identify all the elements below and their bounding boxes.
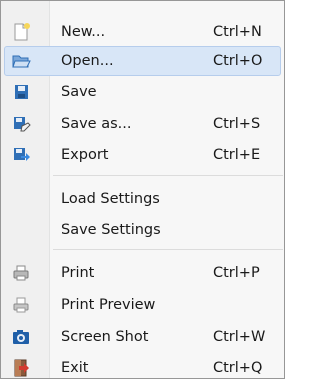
menu-item-export[interactable]: Export Ctrl+E: [4, 140, 281, 170]
menu-item-label: Save as...: [61, 116, 132, 132]
file-menu: New... Ctrl+N Open... Ctrl+O Save Save a…: [0, 0, 285, 379]
menu-item-label: New...: [61, 24, 106, 40]
menu-item-save-settings[interactable]: Save Settings: [4, 215, 281, 245]
shortcut-text: Ctrl+Q: [213, 360, 263, 376]
save-as-icon: [14, 117, 31, 132]
shortcut-text: Ctrl+S: [213, 116, 261, 132]
menu-item-label: Load Settings: [61, 191, 160, 207]
menu-item-label: Print: [61, 265, 95, 281]
shortcut-text: Ctrl+N: [213, 24, 262, 40]
shortcut-text: Ctrl+O: [213, 53, 263, 69]
menu-item-label: Export: [61, 147, 109, 163]
menu-separator: [53, 175, 283, 176]
menu-item-save[interactable]: Save: [4, 77, 281, 107]
shortcut-text: Ctrl+P: [213, 265, 260, 281]
menu-item-new[interactable]: New... Ctrl+N: [4, 17, 281, 47]
open-folder-icon: [12, 55, 31, 68]
menu-item-print-preview[interactable]: Print Preview: [4, 290, 281, 320]
menu-item-save-as[interactable]: Save as... Ctrl+S: [4, 109, 281, 139]
menu-item-print[interactable]: Print Ctrl+P: [4, 258, 281, 288]
menu-item-label: Save: [61, 84, 97, 100]
camera-icon: [13, 330, 29, 344]
save-disk-icon: [15, 85, 28, 99]
menu-item-label: Print Preview: [61, 297, 156, 313]
menu-item-label: Screen Shot: [61, 329, 149, 345]
print-preview-icon: [13, 297, 29, 313]
exit-door-icon: [14, 359, 29, 377]
export-icon: [14, 148, 30, 161]
menu-item-label: Save Settings: [61, 222, 161, 238]
shortcut-text: Ctrl+E: [213, 147, 261, 163]
menu-item-screen-shot[interactable]: Screen Shot Ctrl+W: [4, 322, 281, 352]
new-file-icon: [14, 23, 30, 41]
menu-item-open[interactable]: Open... Ctrl+O: [4, 46, 281, 76]
menu-item-exit[interactable]: Exit Ctrl+Q: [4, 353, 281, 383]
menu-item-label: Open...: [61, 53, 114, 69]
menu-item-load-settings[interactable]: Load Settings: [4, 184, 281, 214]
menu-separator: [53, 249, 283, 250]
printer-icon: [13, 265, 29, 281]
menu-item-label: Exit: [61, 360, 89, 376]
shortcut-text: Ctrl+W: [213, 329, 266, 345]
